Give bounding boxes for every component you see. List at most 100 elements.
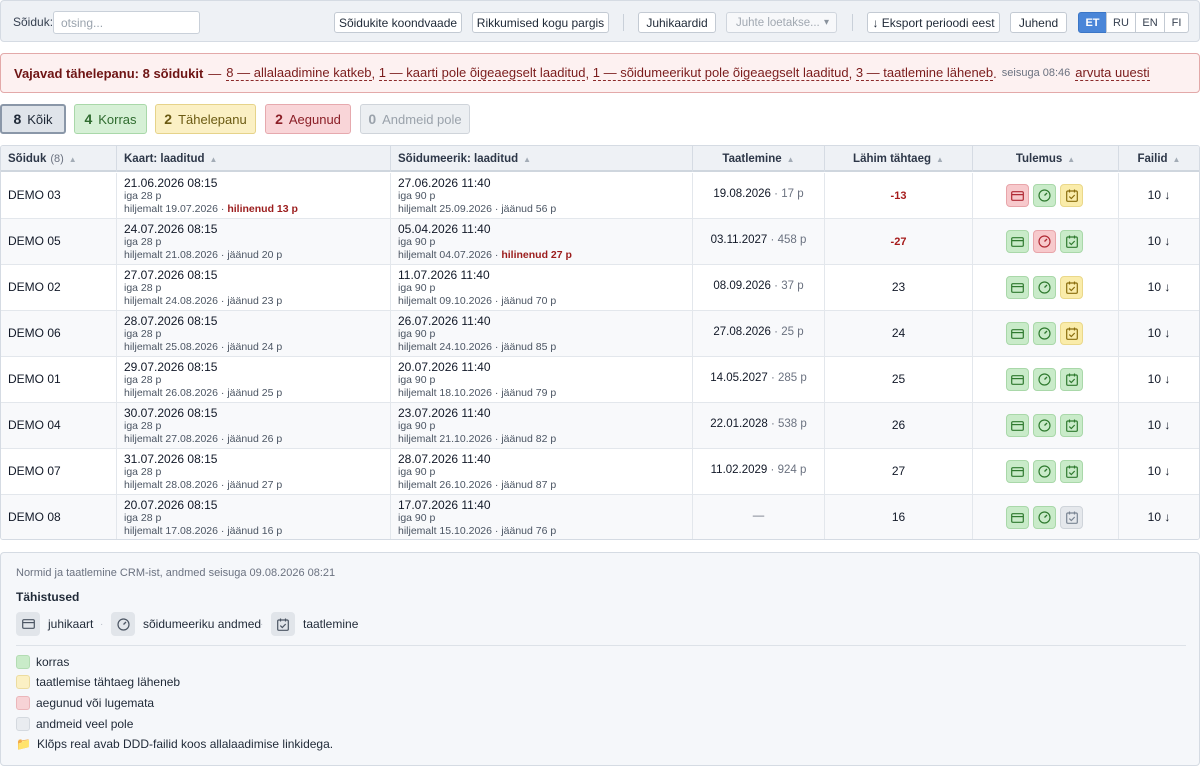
table-row[interactable]: DEMO 08 20.07.2026 08:15 iga 28 p hiljemalt… <box>1 495 1199 539</box>
files-cell[interactable]: 10 ↓ <box>1119 495 1199 539</box>
color-key-ok: korras <box>16 655 69 669</box>
calibration-date: 27.08.2026 <box>713 326 771 338</box>
guide-button[interactable]: Juhend <box>1010 12 1067 33</box>
card-status: jäänud 26 p <box>227 433 283 445</box>
files-cell[interactable]: 10 ↓ <box>1119 311 1199 356</box>
col-result[interactable]: Tulemus ▲ <box>973 146 1119 172</box>
separator: · <box>220 203 225 215</box>
lang-en-button[interactable]: EN <box>1135 12 1165 33</box>
files-count: 10 ↓ <box>1147 510 1171 524</box>
calendar-check-icon <box>1060 276 1083 299</box>
files-cell[interactable]: 10 ↓ <box>1119 173 1199 218</box>
recalculate-link[interactable]: arvuta uuesti <box>1075 65 1150 81</box>
card-loaded-date: 21.06.2026 08:15 <box>124 176 218 190</box>
filter-expired[interactable]: 2 Aegunud <box>265 104 351 134</box>
deadline-value: 24 <box>891 326 906 340</box>
card-loaded-date: 31.07.2026 08:15 <box>124 452 218 466</box>
files-cell[interactable]: 10 ↓ <box>1119 403 1199 448</box>
table-row[interactable]: DEMO 02 27.07.2026 08:15 iga 28 p hiljemalt… <box>1 265 1199 311</box>
filter-ok[interactable]: 4 Korras <box>74 104 147 134</box>
deadline-value: 23 <box>891 280 906 294</box>
deadline-cell: 16 <box>825 495 973 539</box>
calendar-check-icon <box>1060 368 1083 391</box>
gauge-icon <box>1033 276 1056 299</box>
card-status: jäänud 25 p <box>227 387 283 399</box>
col-vehicle[interactable]: Sõiduk (8) ▲ <box>1 146 117 172</box>
tacho-due-date: hiljemalt 15.10.2026 <box>398 525 492 537</box>
vehicle-cell: DEMO 03 <box>1 173 117 218</box>
calibration-date: 22.01.2028 <box>710 418 768 430</box>
result-cell <box>973 449 1119 494</box>
gauge-icon <box>1033 506 1056 529</box>
table-row[interactable]: DEMO 01 29.07.2026 08:15 iga 28 p hiljemalt… <box>1 357 1199 403</box>
table-row[interactable]: DEMO 03 21.06.2026 08:15 iga 28 p hiljemalt… <box>1 173 1199 219</box>
vehicle-name: DEMO 07 <box>8 464 61 478</box>
filter-all[interactable]: 8 Kõik <box>0 104 66 134</box>
alert-link-card-late[interactable]: 1 — kaarti pole õigeaegselt laaditud <box>378 65 586 81</box>
col-vehicle-label: Sõiduk <box>8 153 47 165</box>
col-nearest-deadline[interactable]: Lähim tähtaeg ▲ <box>825 146 973 172</box>
deadline-value: 16 <box>891 510 906 524</box>
card-due-date: hiljemalt 27.08.2026 <box>124 433 218 445</box>
tacho-loaded-date: 27.06.2026 11:40 <box>398 176 491 190</box>
folder-icon: 📁 <box>16 737 31 751</box>
files-cell[interactable]: 10 ↓ <box>1119 357 1199 402</box>
card-due-date: hiljemalt 21.08.2026 <box>124 249 218 261</box>
alert-link-calibration-near[interactable]: 3 — taatlemine läheneb <box>855 65 994 81</box>
calendar-check-icon <box>1060 230 1083 253</box>
card-icon <box>16 612 40 636</box>
col-files[interactable]: Failid ▲ <box>1119 146 1199 172</box>
tacho-cell: 26.07.2026 11:40 iga 90 p hiljemalt 24.10.… <box>391 311 693 356</box>
vehicle-summary-button[interactable]: Sõidukite koondvaade <box>334 12 462 33</box>
calendar-check-icon <box>1060 322 1083 345</box>
lang-ru-button[interactable]: RU <box>1106 12 1136 33</box>
col-card-loaded[interactable]: Kaart: laaditud ▲ <box>117 146 391 172</box>
filter-attention[interactable]: 2 Tähelepanu <box>155 104 256 134</box>
files-cell[interactable]: 10 ↓ <box>1119 219 1199 264</box>
calibration-date: 08.09.2026 <box>713 280 771 292</box>
driver-cards-button[interactable]: Juhikaardid <box>638 12 716 33</box>
vehicle-cell: DEMO 04 <box>1 403 117 448</box>
col-tacho-loaded[interactable]: Sõidumeerik: laaditud ▲ <box>391 146 693 172</box>
search-input[interactable] <box>53 11 200 34</box>
separator: · <box>770 418 775 430</box>
table-row[interactable]: DEMO 06 28.07.2026 08:15 iga 28 p hiljemalt… <box>1 311 1199 357</box>
toolbar-divider <box>852 14 853 31</box>
deadline-value: -13 <box>890 190 907 202</box>
table-row[interactable]: DEMO 04 30.07.2026 08:15 iga 28 p hiljemalt… <box>1 403 1199 449</box>
export-period-button[interactable]: ↓ Eksport perioodi eest <box>867 12 1000 33</box>
calibration-cell: 11.02.2029 · 924 p <box>693 449 825 494</box>
fleet-violations-button[interactable]: Rikkumised kogu pargis <box>472 12 609 33</box>
alert-link-tacho-late[interactable]: 1 — sõidumeerikut pole õigeaegselt laadi… <box>592 65 849 81</box>
card-loaded-date: 30.07.2026 08:15 <box>124 406 218 420</box>
lang-fi-button[interactable]: FI <box>1164 12 1189 33</box>
gauge-icon <box>1033 460 1056 483</box>
result-cell <box>973 495 1119 539</box>
separator: · <box>494 203 499 215</box>
vehicle-cell: DEMO 06 <box>1 311 117 356</box>
legend-label: taatlemine <box>303 617 359 631</box>
alert-link-download-fails[interactable]: 8 — allalaadimine katkeb <box>226 65 372 81</box>
vehicle-cell: DEMO 02 <box>1 265 117 310</box>
card-status: jäänud 23 p <box>227 295 283 307</box>
color-swatch <box>16 717 30 731</box>
card-cell: 24.07.2026 08:15 iga 28 p hiljemalt 21.08.… <box>117 219 391 264</box>
vehicle-cell: DEMO 01 <box>1 357 117 402</box>
driver-select-placeholder: Juhte loetakse... <box>736 16 820 29</box>
files-cell[interactable]: 10 ↓ <box>1119 265 1199 310</box>
filter-no-data[interactable]: 0 Andmeid pole <box>360 104 470 134</box>
tacho-loaded-date: 28.07.2026 11:40 <box>398 452 491 466</box>
files-cell[interactable]: 10 ↓ <box>1119 449 1199 494</box>
tacho-due-date: hiljemalt 24.10.2026 <box>398 341 492 353</box>
card-icon <box>1006 322 1029 345</box>
tacho-interval: iga 90 p <box>398 466 436 478</box>
calendar-check-icon <box>271 612 295 636</box>
tacho-cell: 27.06.2026 11:40 iga 90 p hiljemalt 25.09.… <box>391 173 693 218</box>
driver-select[interactable]: Juhte loetakse... ▾ <box>726 12 837 33</box>
alert-title: Vajavad tähelepanu: 8 sõidukit <box>14 65 204 81</box>
table-row[interactable]: DEMO 07 31.07.2026 08:15 iga 28 p hiljemalt… <box>1 449 1199 495</box>
table-row[interactable]: DEMO 05 24.07.2026 08:15 iga 28 p hiljemalt… <box>1 219 1199 265</box>
lang-et-button[interactable]: ET <box>1078 12 1107 33</box>
col-calibration[interactable]: Taatlemine ▲ <box>693 146 825 172</box>
filter-label: Aegunud <box>288 111 341 127</box>
